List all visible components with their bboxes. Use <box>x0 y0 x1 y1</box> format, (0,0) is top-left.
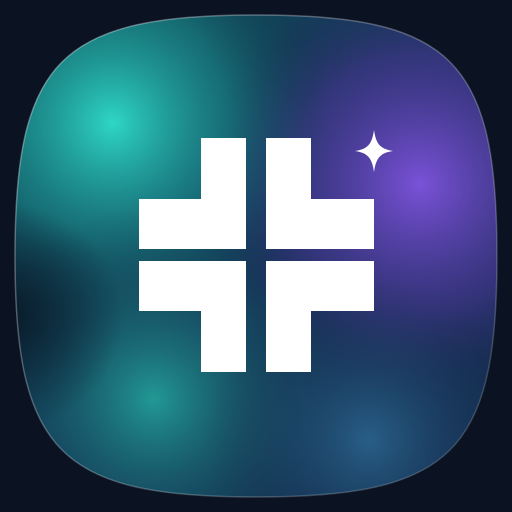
icon-stage <box>0 0 512 512</box>
app-icon[interactable] <box>0 0 512 512</box>
icon-background <box>15 15 497 497</box>
